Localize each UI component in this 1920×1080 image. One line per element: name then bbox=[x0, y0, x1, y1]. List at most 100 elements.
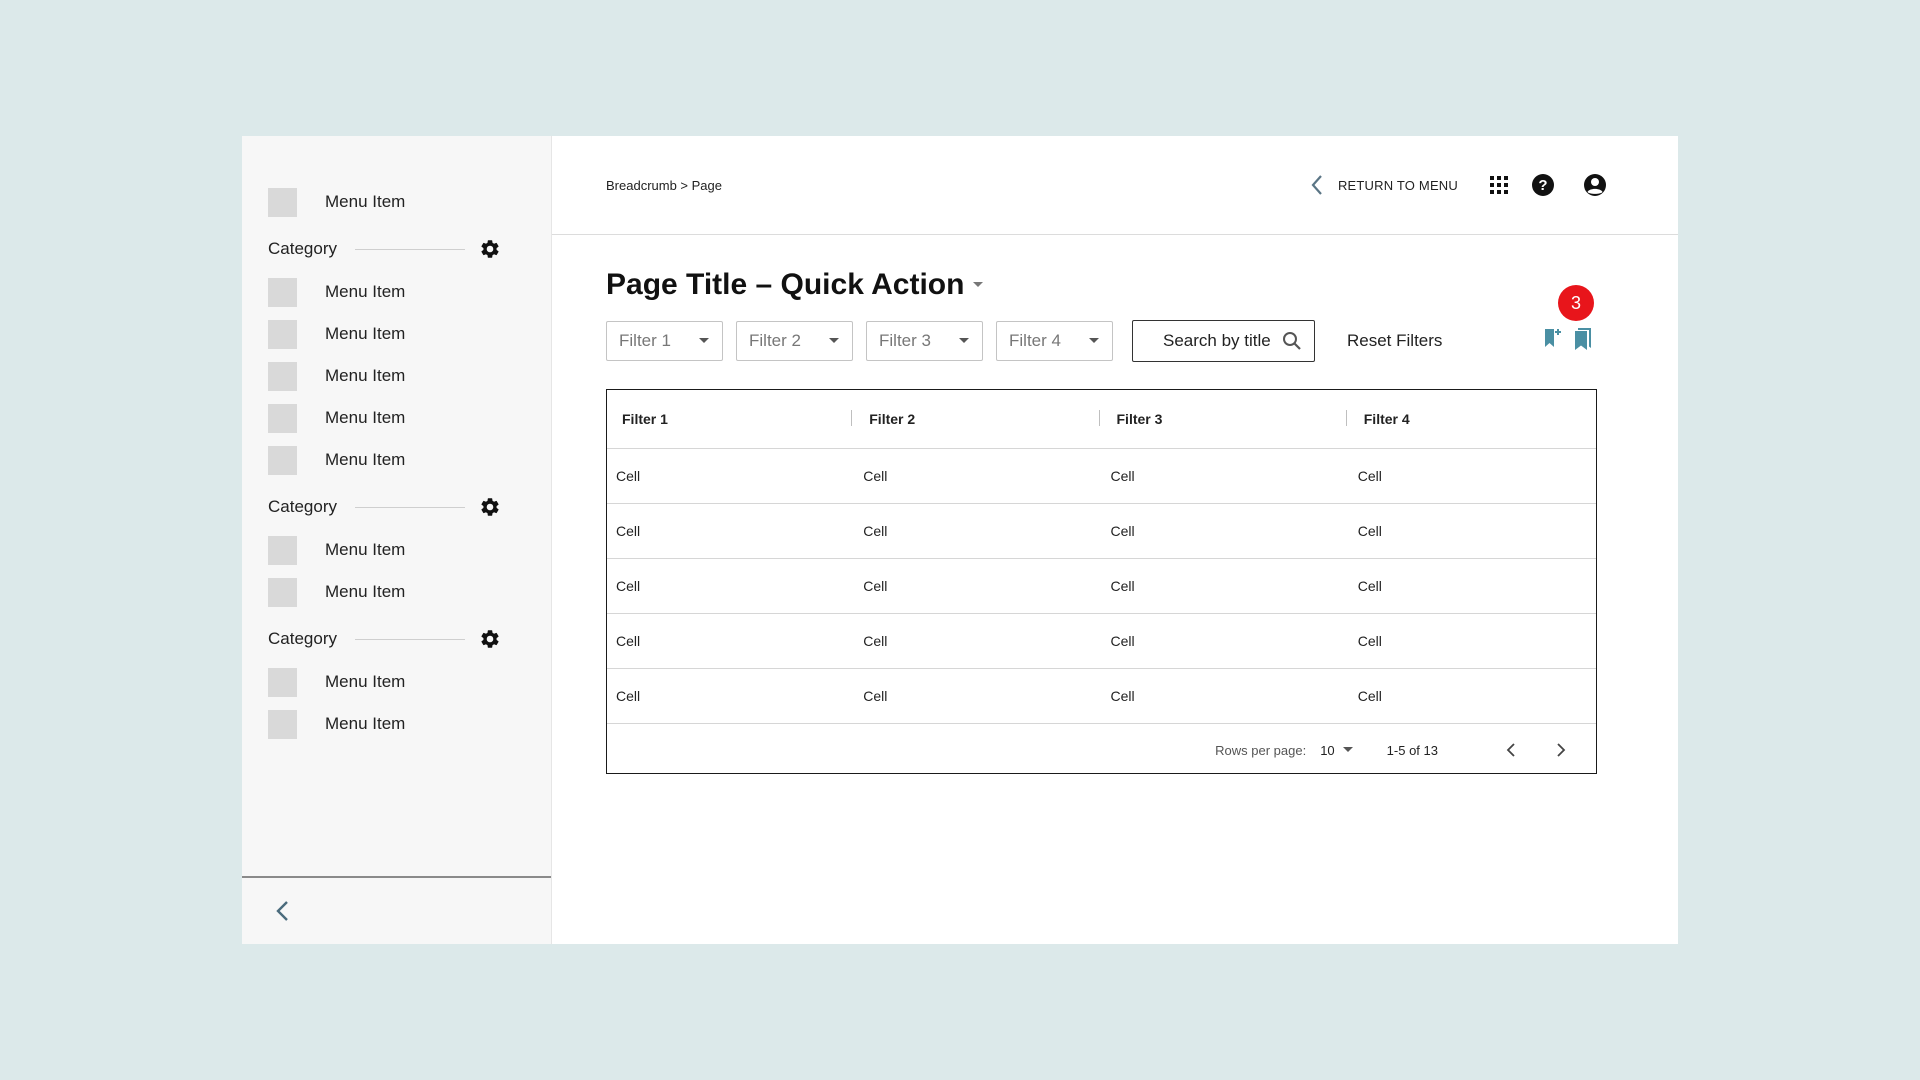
filter-label: Filter 4 bbox=[1009, 331, 1061, 350]
sidebar-menu-item[interactable]: Menu Item bbox=[268, 571, 551, 613]
table-cell: Cell bbox=[1110, 578, 1135, 594]
search-placeholder: Search by title bbox=[1163, 331, 1271, 350]
table-row[interactable]: Cell Cell Cell Cell bbox=[607, 614, 1596, 669]
table-cell: Cell bbox=[1357, 633, 1382, 649]
filter-label: Filter 1 bbox=[619, 331, 671, 350]
menu-item-icon-placeholder bbox=[268, 709, 297, 739]
table-cell: Cell bbox=[863, 578, 888, 594]
add-bookmark-icon[interactable] bbox=[1542, 327, 1564, 354]
table-cell: Cell bbox=[1110, 633, 1135, 649]
app-window: Menu Item Category Menu Item Menu Item M… bbox=[242, 136, 1678, 944]
column-header[interactable]: Filter 3 bbox=[1098, 410, 1349, 427]
menu-item-icon-placeholder bbox=[268, 187, 297, 217]
category-divider bbox=[354, 506, 465, 508]
filter-dropdown-1[interactable]: Filter 1 bbox=[606, 321, 723, 361]
search-icon[interactable] bbox=[1282, 331, 1302, 351]
table-row[interactable]: Cell Cell Cell Cell bbox=[607, 559, 1596, 614]
svg-text:?: ? bbox=[1538, 177, 1547, 194]
menu-item-label: Menu Item bbox=[325, 282, 406, 301]
category-divider bbox=[354, 638, 465, 640]
sidebar-category: Category bbox=[268, 229, 551, 269]
menu-item-label: Menu Item bbox=[325, 324, 406, 343]
table-cell: Cell bbox=[616, 468, 641, 484]
menu-item-icon-placeholder bbox=[268, 277, 297, 307]
sidebar-menu-item[interactable]: Menu Item bbox=[268, 397, 551, 439]
filter-dropdown-2[interactable]: Filter 2 bbox=[736, 321, 853, 361]
reset-filters-button[interactable]: Reset Filters bbox=[1347, 331, 1442, 351]
column-header[interactable]: Filter 2 bbox=[851, 410, 1101, 427]
page-title-row: Page Title – Quick Action bbox=[606, 265, 1678, 305]
bookmarks-area: 3 bbox=[1540, 285, 1596, 359]
sidebar-menu-item[interactable]: Menu Item bbox=[268, 661, 551, 703]
table-cell: Cell bbox=[863, 633, 888, 649]
previous-page-button[interactable] bbox=[1498, 737, 1524, 763]
table-cell: Cell bbox=[1110, 468, 1135, 484]
notification-badge: 3 bbox=[1558, 285, 1594, 321]
table-cell: Cell bbox=[1357, 688, 1382, 704]
menu-item-label: Menu Item bbox=[325, 672, 406, 691]
column-header[interactable]: Filter 1 bbox=[607, 411, 854, 427]
table-row[interactable]: Cell Cell Cell Cell bbox=[607, 669, 1596, 724]
sidebar-menu-item[interactable]: Menu Item bbox=[268, 181, 551, 223]
table-cell: Cell bbox=[616, 578, 641, 594]
category-divider bbox=[354, 248, 465, 250]
sidebar-menu: Menu Item Category Menu Item Menu Item M… bbox=[242, 136, 551, 745]
filter-label: Filter 2 bbox=[749, 331, 801, 350]
chevron-left-icon[interactable] bbox=[274, 900, 292, 922]
table-row[interactable]: Cell Cell Cell Cell bbox=[607, 449, 1596, 504]
sidebar-category: Category bbox=[268, 487, 551, 527]
sidebar-category: Category bbox=[268, 619, 551, 659]
caret-down-icon[interactable] bbox=[972, 281, 984, 289]
sidebar-menu-item[interactable]: Menu Item bbox=[268, 355, 551, 397]
table-cell: Cell bbox=[1110, 523, 1135, 539]
top-actions: RETURN TO MENU ? bbox=[1310, 172, 1608, 198]
rows-per-page-select[interactable]: 10 bbox=[1320, 742, 1353, 758]
gear-icon[interactable] bbox=[479, 496, 501, 518]
menu-item-label: Menu Item bbox=[325, 582, 406, 601]
filter-label: Filter 3 bbox=[879, 331, 931, 350]
gear-icon[interactable] bbox=[479, 238, 501, 260]
menu-item-label: Menu Item bbox=[325, 450, 406, 469]
sidebar-menu-item[interactable]: Menu Item bbox=[268, 313, 551, 355]
top-bar: Breadcrumb > Page RETURN TO MENU ? bbox=[552, 136, 1678, 235]
menu-item-label: Menu Item bbox=[325, 408, 406, 427]
menu-item-icon-placeholder bbox=[268, 577, 297, 607]
category-label: Category bbox=[268, 497, 337, 516]
sidebar-menu-item[interactable]: Menu Item bbox=[268, 529, 551, 571]
chevron-right-icon bbox=[1556, 742, 1566, 758]
menu-item-icon-placeholder bbox=[268, 361, 297, 391]
pagination-range: 1-5 of 13 bbox=[1386, 742, 1438, 758]
bookmarks-icon[interactable] bbox=[1572, 327, 1594, 356]
help-icon[interactable]: ? bbox=[1530, 172, 1556, 198]
sidebar-menu-item[interactable]: Menu Item bbox=[268, 703, 551, 745]
search-input[interactable]: Search by title bbox=[1132, 320, 1315, 362]
column-header[interactable]: Filter 4 bbox=[1345, 410, 1596, 427]
sidebar-menu-item[interactable]: Menu Item bbox=[268, 439, 551, 481]
sidebar: Menu Item Category Menu Item Menu Item M… bbox=[242, 136, 552, 944]
sidebar-menu-item[interactable]: Menu Item bbox=[268, 271, 551, 313]
filter-dropdown-3[interactable]: Filter 3 bbox=[866, 321, 983, 361]
menu-item-icon-placeholder bbox=[268, 403, 297, 433]
table-pagination: Rows per page: 10 1-5 of 13 bbox=[607, 724, 1596, 776]
caret-down-icon bbox=[698, 337, 710, 345]
rows-per-page-value: 10 bbox=[1320, 742, 1335, 758]
table-header: Filter 1 Filter 2 Filter 3 Filter 4 bbox=[607, 390, 1596, 449]
apps-grid-icon[interactable] bbox=[1486, 172, 1512, 198]
category-label: Category bbox=[268, 239, 337, 258]
breadcrumb[interactable]: Breadcrumb > Page bbox=[606, 178, 722, 193]
caret-down-icon bbox=[1342, 747, 1353, 753]
table-cell: Cell bbox=[1110, 688, 1135, 704]
return-to-menu-button[interactable]: RETURN TO MENU bbox=[1310, 174, 1458, 196]
menu-item-icon-placeholder bbox=[268, 319, 297, 349]
caret-down-icon bbox=[828, 337, 840, 345]
table-cell: Cell bbox=[863, 468, 888, 484]
filter-bar: Filter 1 Filter 2 Filter 3 Filter 4 Sear… bbox=[606, 285, 1596, 363]
account-icon[interactable] bbox=[1582, 172, 1608, 198]
menu-item-label: Menu Item bbox=[325, 192, 406, 211]
gear-icon[interactable] bbox=[479, 628, 501, 650]
filter-dropdown-4[interactable]: Filter 4 bbox=[996, 321, 1113, 361]
table-cell: Cell bbox=[863, 523, 888, 539]
page-title[interactable]: Page Title – Quick Action bbox=[606, 268, 964, 302]
table-row[interactable]: Cell Cell Cell Cell bbox=[607, 504, 1596, 559]
next-page-button[interactable] bbox=[1548, 737, 1574, 763]
